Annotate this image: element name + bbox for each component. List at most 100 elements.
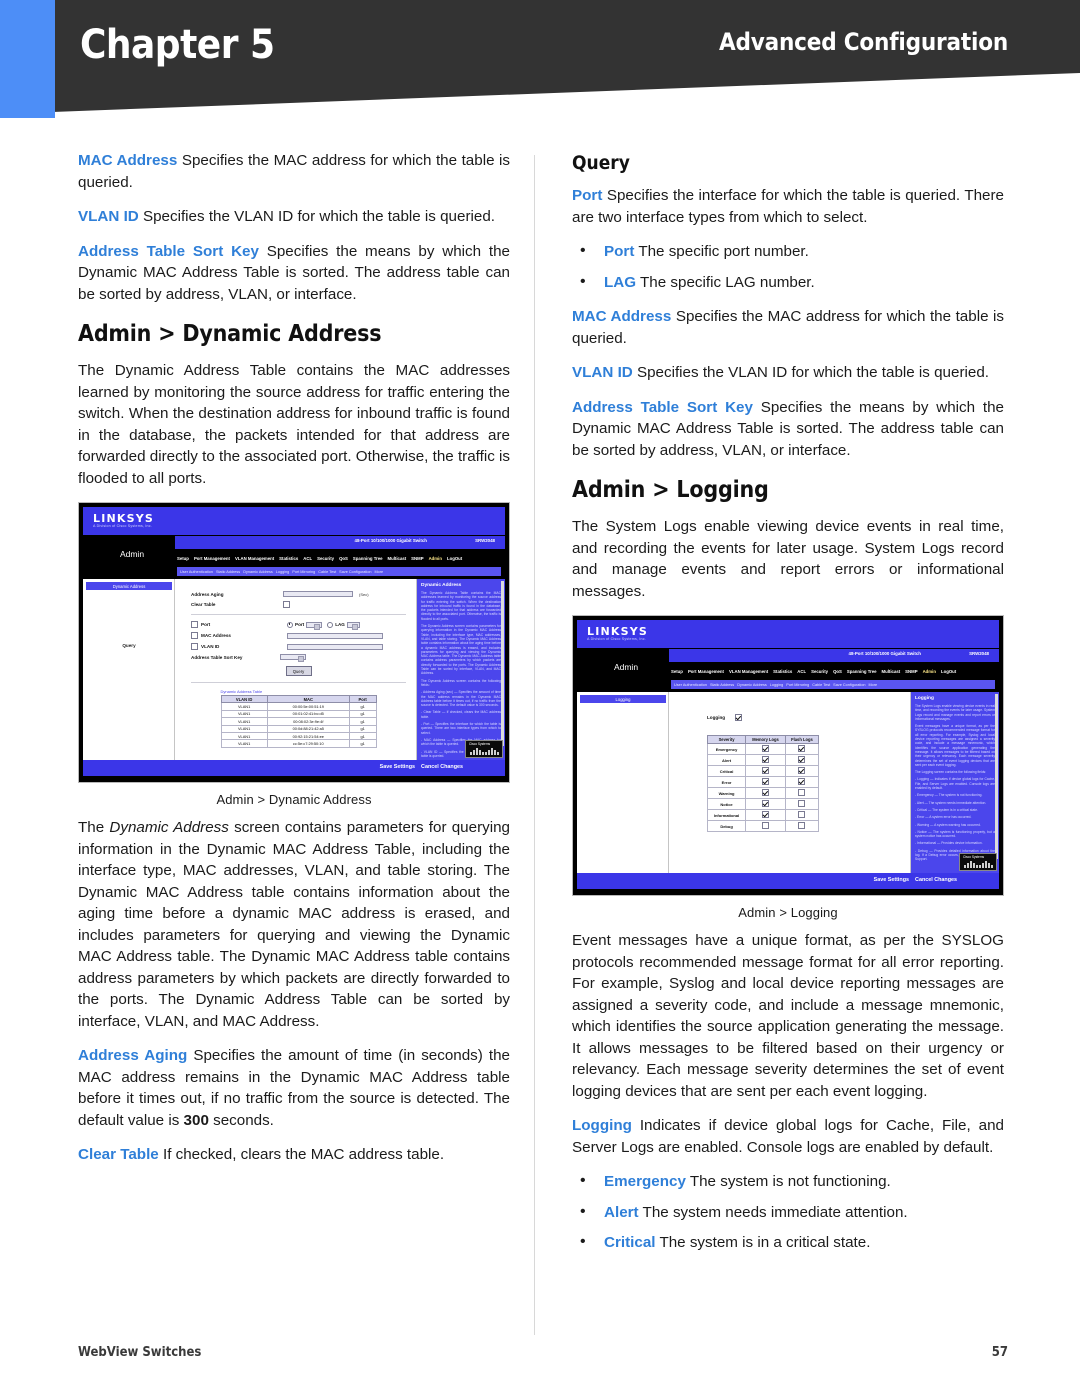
subnav-item-save-configuration[interactable]: Save Configuration [339, 570, 371, 574]
cell-flash[interactable] [784, 798, 820, 810]
cell-flash[interactable] [784, 820, 820, 832]
cell-memory[interactable] [745, 820, 786, 832]
select-sort-key[interactable] [280, 654, 306, 662]
nav-item-vlan-management[interactable]: VLAN Management [729, 669, 768, 674]
nav-item-qos[interactable]: QoS [339, 556, 348, 561]
nav-item-statistics[interactable]: Statistics [279, 556, 298, 561]
checkbox-mac-address[interactable] [191, 632, 198, 639]
nav-item-security[interactable]: Security [811, 669, 828, 674]
col-port: Port [348, 694, 377, 704]
sidepane-title-dynamic-address[interactable]: Dynamic Address [86, 582, 172, 590]
subnav-item-dynamic-address[interactable]: Dynamic Address [243, 570, 273, 574]
cell-memory[interactable] [745, 787, 786, 799]
main-nav[interactable]: Setup Port Management VLAN Management St… [177, 550, 503, 566]
save-settings-link[interactable]: Save Settings [874, 877, 909, 883]
subnav-item-cable-test[interactable]: Cable Test [812, 683, 830, 687]
checkbox-flash-log[interactable] [798, 767, 806, 774]
nav-item-snmp[interactable]: SNMP [411, 556, 423, 561]
nav-item-admin[interactable]: Admin [429, 556, 442, 561]
checkbox-flash-log[interactable] [798, 822, 806, 829]
subnav-item-cable-test[interactable]: Cable Test [318, 570, 336, 574]
nav-item-vlan-management[interactable]: VLAN Management [235, 556, 274, 561]
subnav-item-user-authentication[interactable]: User Authentication [180, 570, 213, 574]
sub-nav[interactable]: User Authentication Static Address Dynam… [671, 680, 995, 689]
checkbox-flash-log[interactable] [798, 800, 806, 807]
cell-severity: Critical [706, 765, 747, 777]
sidepane-title-logging[interactable]: Logging [580, 695, 666, 703]
subnav-item-more[interactable]: More [374, 570, 383, 574]
checkbox-port[interactable] [191, 621, 198, 628]
subnav-item-logging[interactable]: Logging [276, 570, 290, 574]
query-button[interactable]: Query [285, 666, 312, 676]
subnav-item-user-authentication[interactable]: User Authentication [674, 683, 707, 687]
input-mac-address[interactable] [287, 632, 383, 639]
input-address-aging[interactable] [283, 591, 353, 597]
nav-item-statistics[interactable]: Statistics [773, 669, 792, 674]
subnav-item-logging[interactable]: Logging [770, 683, 784, 687]
help-scrollbar[interactable] [995, 694, 998, 859]
cell-flash[interactable] [784, 754, 820, 766]
subnav-item-more[interactable]: More [868, 683, 877, 687]
subnav-item-static-address[interactable]: Static Address [216, 570, 240, 574]
checkbox-memory-log[interactable] [762, 789, 769, 796]
nav-item-setup[interactable]: Setup [177, 556, 189, 561]
radio-lag[interactable] [327, 621, 334, 628]
nav-item-port-management[interactable]: Port Management [688, 669, 724, 674]
nav-item-acl[interactable]: ACL [303, 556, 312, 561]
nav-item-security[interactable]: Security [317, 556, 334, 561]
subnav-item-port-mirroring[interactable]: Port Mirroring [292, 570, 315, 574]
nav-item-spanning-tree[interactable]: Spanning Tree [353, 556, 383, 561]
cancel-changes-link[interactable]: Cancel Changes [421, 764, 463, 770]
nav-item-port-management[interactable]: Port Management [194, 556, 230, 561]
select-port-number[interactable] [306, 621, 323, 630]
checkbox-memory-log[interactable] [762, 745, 769, 752]
cell-flash[interactable] [784, 776, 820, 788]
nav-item-admin[interactable]: Admin [923, 669, 936, 674]
help-scrollbar[interactable] [501, 581, 504, 746]
cell-memory[interactable] [745, 798, 786, 810]
cell-memory[interactable] [745, 765, 786, 777]
subnav-item-dynamic-address[interactable]: Dynamic Address [737, 683, 767, 687]
cell-memory[interactable] [745, 754, 786, 766]
main-nav[interactable]: Setup Port Management VLAN Management St… [671, 663, 997, 679]
save-settings-link[interactable]: Save Settings [380, 764, 415, 770]
cell-flash[interactable] [784, 809, 820, 821]
radio-port[interactable] [287, 621, 293, 628]
cell-memory[interactable] [745, 776, 786, 788]
checkbox-memory-log[interactable] [762, 822, 769, 829]
checkbox-flash-log[interactable] [798, 778, 806, 785]
nav-item-acl[interactable]: ACL [797, 669, 806, 674]
checkbox-flash-log[interactable] [798, 789, 806, 796]
nav-item-setup[interactable]: Setup [671, 669, 683, 674]
subnav-item-save-configuration[interactable]: Save Configuration [833, 683, 865, 687]
cell-flash[interactable] [784, 743, 820, 755]
nav-item-logout[interactable]: LogOut [447, 556, 462, 561]
cell-flash[interactable] [784, 787, 820, 799]
nav-item-qos[interactable]: QoS [833, 669, 842, 674]
checkbox-memory-log[interactable] [762, 811, 769, 818]
subnav-item-static-address[interactable]: Static Address [710, 683, 734, 687]
cell-memory[interactable] [745, 809, 786, 821]
checkbox-logging[interactable] [735, 714, 742, 721]
subnav-item-port-mirroring[interactable]: Port Mirroring [786, 683, 809, 687]
checkbox-memory-log[interactable] [762, 800, 769, 807]
nav-item-snmp[interactable]: SNMP [905, 669, 917, 674]
cancel-changes-link[interactable]: Cancel Changes [915, 877, 957, 883]
input-vlan-id[interactable] [287, 643, 383, 650]
select-lag-number[interactable] [346, 621, 360, 630]
checkbox-flash-log[interactable] [798, 756, 806, 763]
checkbox-vlan-id[interactable] [191, 643, 198, 650]
checkbox-flash-log[interactable] [798, 811, 806, 818]
nav-item-logout[interactable]: LogOut [941, 669, 956, 674]
sub-nav[interactable]: User Authentication Static Address Dynam… [177, 567, 501, 576]
checkbox-memory-log[interactable] [762, 756, 769, 763]
nav-item-spanning-tree[interactable]: Spanning Tree [847, 669, 877, 674]
checkbox-clear-table[interactable] [283, 601, 290, 608]
checkbox-memory-log[interactable] [762, 767, 769, 774]
checkbox-flash-log[interactable] [798, 745, 806, 752]
nav-item-multicast[interactable]: Multicast [388, 556, 407, 561]
checkbox-memory-log[interactable] [762, 778, 769, 785]
cell-memory[interactable] [745, 743, 786, 755]
cell-flash[interactable] [784, 765, 820, 777]
nav-item-multicast[interactable]: Multicast [882, 669, 901, 674]
